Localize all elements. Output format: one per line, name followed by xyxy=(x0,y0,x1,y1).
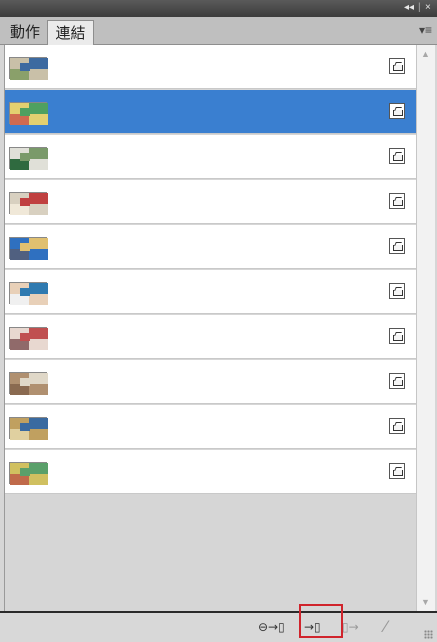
link-row[interactable] xyxy=(5,90,416,134)
link-status-icon[interactable] xyxy=(389,283,405,299)
panel-footer: ⊖→▯ →▯ ▯→ ⁄ xyxy=(0,611,437,642)
highlight-box xyxy=(299,604,343,638)
link-row[interactable] xyxy=(5,180,416,224)
scrollbar[interactable]: ▲ ▼ xyxy=(416,45,435,611)
link-status-icon[interactable] xyxy=(389,148,405,164)
titlebar-divider: | xyxy=(418,2,421,13)
link-status-icon[interactable] xyxy=(389,238,405,254)
tab-links[interactable]: 連結 xyxy=(47,20,94,45)
link-row[interactable] xyxy=(5,270,416,314)
link-status-icon[interactable] xyxy=(389,328,405,344)
link-thumbnail xyxy=(9,147,48,170)
link-status-icon[interactable] xyxy=(389,58,405,74)
link-thumbnail xyxy=(9,192,48,215)
link-status-icon[interactable] xyxy=(389,373,405,389)
link-row[interactable] xyxy=(5,225,416,269)
tab-actions[interactable]: 動作 xyxy=(5,20,45,44)
link-thumbnail xyxy=(9,237,48,260)
link-status-icon[interactable] xyxy=(389,193,405,209)
close-icon[interactable]: × xyxy=(425,2,431,14)
link-row[interactable] xyxy=(5,360,416,404)
update-link-button[interactable]: ▯→ xyxy=(342,618,359,636)
panel-titlebar: ◂◂ | × xyxy=(0,0,437,17)
links-list xyxy=(4,45,416,611)
link-thumbnail xyxy=(9,282,48,305)
edit-original-button[interactable]: ⁄ xyxy=(384,618,387,636)
link-thumbnail xyxy=(9,102,48,125)
link-status-icon[interactable] xyxy=(389,418,405,434)
link-row[interactable] xyxy=(5,450,416,494)
resize-grip-icon[interactable] xyxy=(424,630,433,639)
link-thumbnail xyxy=(9,372,48,395)
link-thumbnail xyxy=(9,417,48,440)
link-status-icon[interactable] xyxy=(389,463,405,479)
link-thumbnail xyxy=(9,462,48,485)
link-row[interactable] xyxy=(5,135,416,179)
relink-button[interactable]: ⊖→▯ xyxy=(258,618,285,636)
link-thumbnail xyxy=(9,57,48,80)
link-thumbnail xyxy=(9,327,48,350)
link-status-icon[interactable] xyxy=(389,103,405,119)
collapse-icon[interactable]: ◂◂ xyxy=(404,2,414,14)
link-row[interactable] xyxy=(5,45,416,89)
tab-bar: 動作 連結 ▾≡ xyxy=(0,17,437,45)
panel-menu-icon[interactable]: ▾≡ xyxy=(419,23,433,37)
scroll-up-icon[interactable]: ▲ xyxy=(421,49,430,59)
link-row[interactable] xyxy=(5,315,416,359)
scroll-down-icon[interactable]: ▼ xyxy=(421,597,430,607)
link-row[interactable] xyxy=(5,405,416,449)
